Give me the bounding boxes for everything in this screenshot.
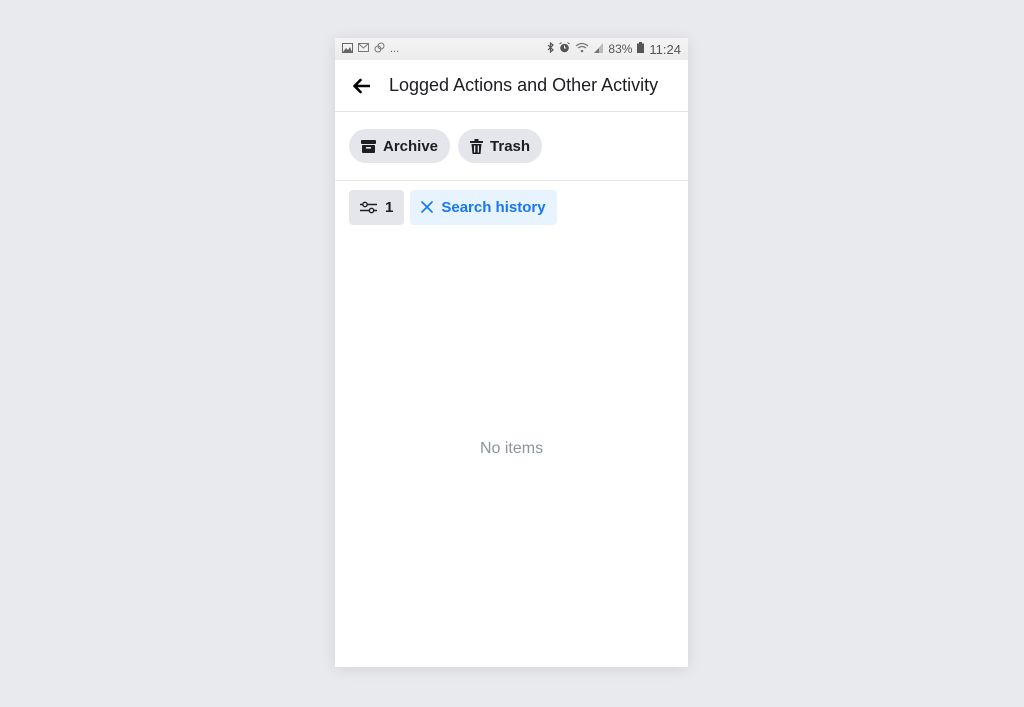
bluetooth-icon: [547, 41, 555, 56]
trash-button[interactable]: Trash: [458, 129, 543, 163]
wifi-icon: [575, 42, 589, 56]
page-title: Logged Actions and Other Activity: [389, 75, 659, 95]
search-history-label: Search history: [441, 198, 546, 216]
signal-icon: [594, 42, 604, 56]
clock: 11:24: [649, 41, 681, 57]
arrow-left-icon: [353, 78, 370, 93]
back-button[interactable]: [351, 76, 371, 96]
archive-icon: [361, 139, 376, 153]
filter-count: 1: [385, 198, 394, 216]
alarm-icon: [559, 42, 571, 56]
battery-icon: [637, 42, 645, 56]
sliders-icon: [360, 201, 377, 213]
gmail-icon: [358, 43, 369, 55]
image-icon: [342, 42, 353, 56]
filter-bar: 1 Search history: [335, 181, 688, 233]
phone-screen: ... 83% 11:24 Logged Actions and Other A…: [335, 38, 688, 667]
link-icon: [374, 42, 385, 56]
top-bar: Logged Actions and Other Activity: [335, 60, 688, 112]
empty-state-message: No items: [479, 440, 544, 457]
search-history-filter-chip[interactable]: Search history: [410, 189, 557, 225]
status-bar: ... 83% 11:24: [335, 38, 688, 60]
close-icon[interactable]: [421, 201, 434, 213]
archive-label: Archive: [383, 137, 439, 155]
filters-button[interactable]: 1: [349, 189, 405, 225]
action-bar: Archive Trash: [335, 112, 688, 181]
archive-button[interactable]: Archive: [349, 129, 451, 163]
trash-label: Trash: [490, 137, 531, 155]
trash-icon: [470, 138, 484, 154]
more-notifications: ...: [390, 42, 400, 55]
battery-percent: 83%: [608, 42, 633, 56]
